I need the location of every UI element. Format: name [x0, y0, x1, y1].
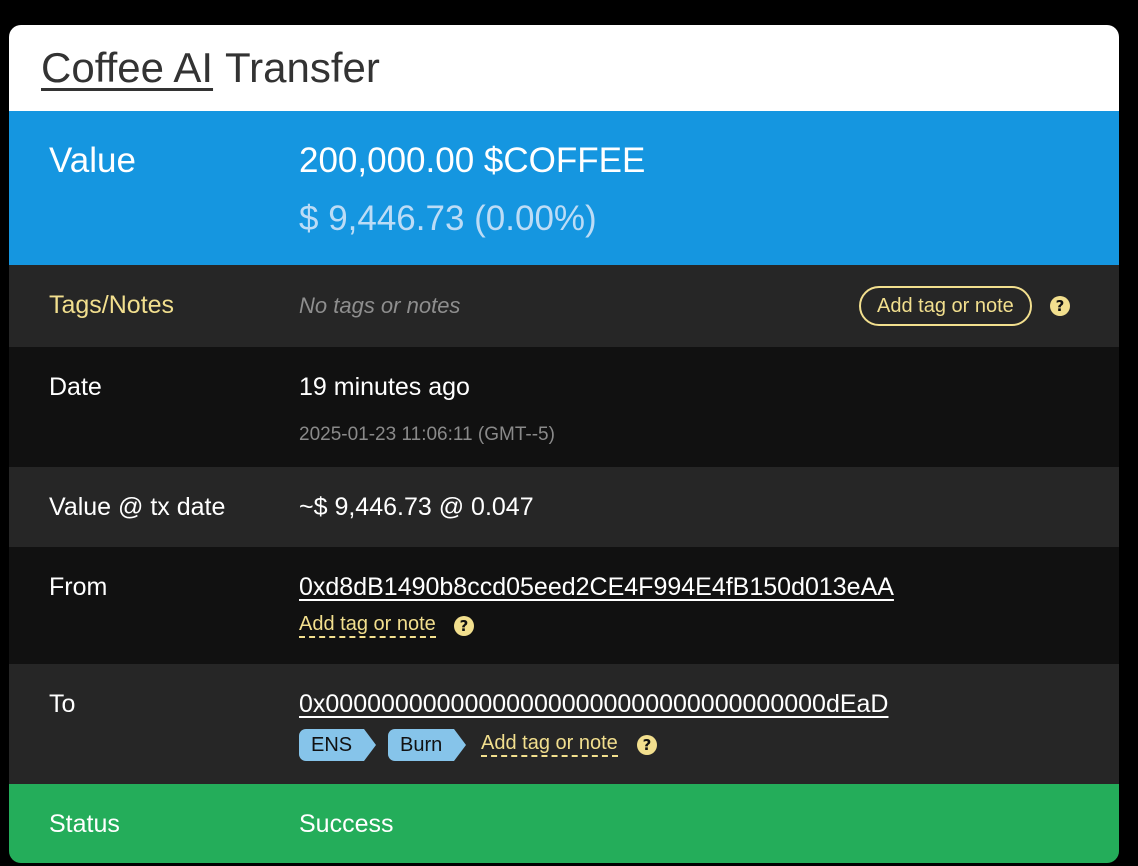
to-label: To [49, 690, 76, 718]
absolute-date: 2025-01-23 11:06:11 (GMT--5) [299, 424, 555, 445]
relative-date: 19 minutes ago [299, 373, 470, 401]
page-title: Coffee AI Transfer [9, 25, 1119, 111]
value-at-tx-label: Value @ tx date [49, 493, 226, 521]
help-icon[interactable]: ? [454, 616, 474, 636]
from-add-tag-link[interactable]: Add tag or note [299, 613, 436, 638]
status-row: Status Success [9, 784, 1119, 863]
to-add-tag-link[interactable]: Add tag or note [481, 732, 618, 757]
to-add-tag-wrap: Add tag or note [481, 732, 618, 757]
tags-notes-row: Tags/Notes No tags or notes Add tag or n… [9, 265, 1119, 347]
help-icon[interactable]: ? [637, 735, 657, 755]
from-label: From [49, 573, 108, 601]
date-label: Date [49, 373, 102, 401]
token-amount: 200,000.00 $COFFEE [299, 141, 646, 180]
date-row: Date 19 minutes ago 2025-01-23 11:06:11 … [9, 347, 1119, 467]
add-tag-or-note-button[interactable]: Add tag or note [859, 286, 1032, 326]
from-row: From 0xd8dB1490b8ccd05eed2CE4F994E4fB150… [9, 547, 1119, 664]
token-link[interactable]: Coffee AI [41, 47, 213, 89]
status-label: Status [49, 810, 120, 838]
value-label: Value [49, 141, 136, 180]
to-address-link[interactable]: 0x000000000000000000000000000000000000dE… [299, 690, 888, 719]
help-icon[interactable]: ? [1050, 296, 1070, 316]
value-at-tx: ~$ 9,446.73 @ 0.047 [299, 493, 534, 521]
no-tags-text: No tags or notes [299, 293, 461, 318]
title-suffix: Transfer [225, 44, 380, 91]
value-row: Value 200,000.00 $COFFEE $ 9,446.73 (0.0… [9, 111, 1119, 265]
status-value: Success [299, 810, 394, 838]
from-add-tag-wrap: Add tag or note [299, 613, 436, 638]
burn-tag[interactable]: Burn [388, 729, 467, 761]
usd-value: $ 9,446.73 (0.00%) [299, 199, 597, 238]
value-at-tx-row: Value @ tx date ~$ 9,446.73 @ 0.047 [9, 467, 1119, 547]
tags-notes-label: Tags/Notes [49, 291, 175, 319]
to-row: To 0x00000000000000000000000000000000000… [9, 664, 1119, 784]
ens-tag[interactable]: ENS [299, 729, 377, 761]
transfer-card: Coffee AI Transfer Value 200,000.00 $COF… [9, 25, 1119, 863]
from-address-link[interactable]: 0xd8dB1490b8ccd05eed2CE4F994E4fB150d013e… [299, 573, 894, 602]
